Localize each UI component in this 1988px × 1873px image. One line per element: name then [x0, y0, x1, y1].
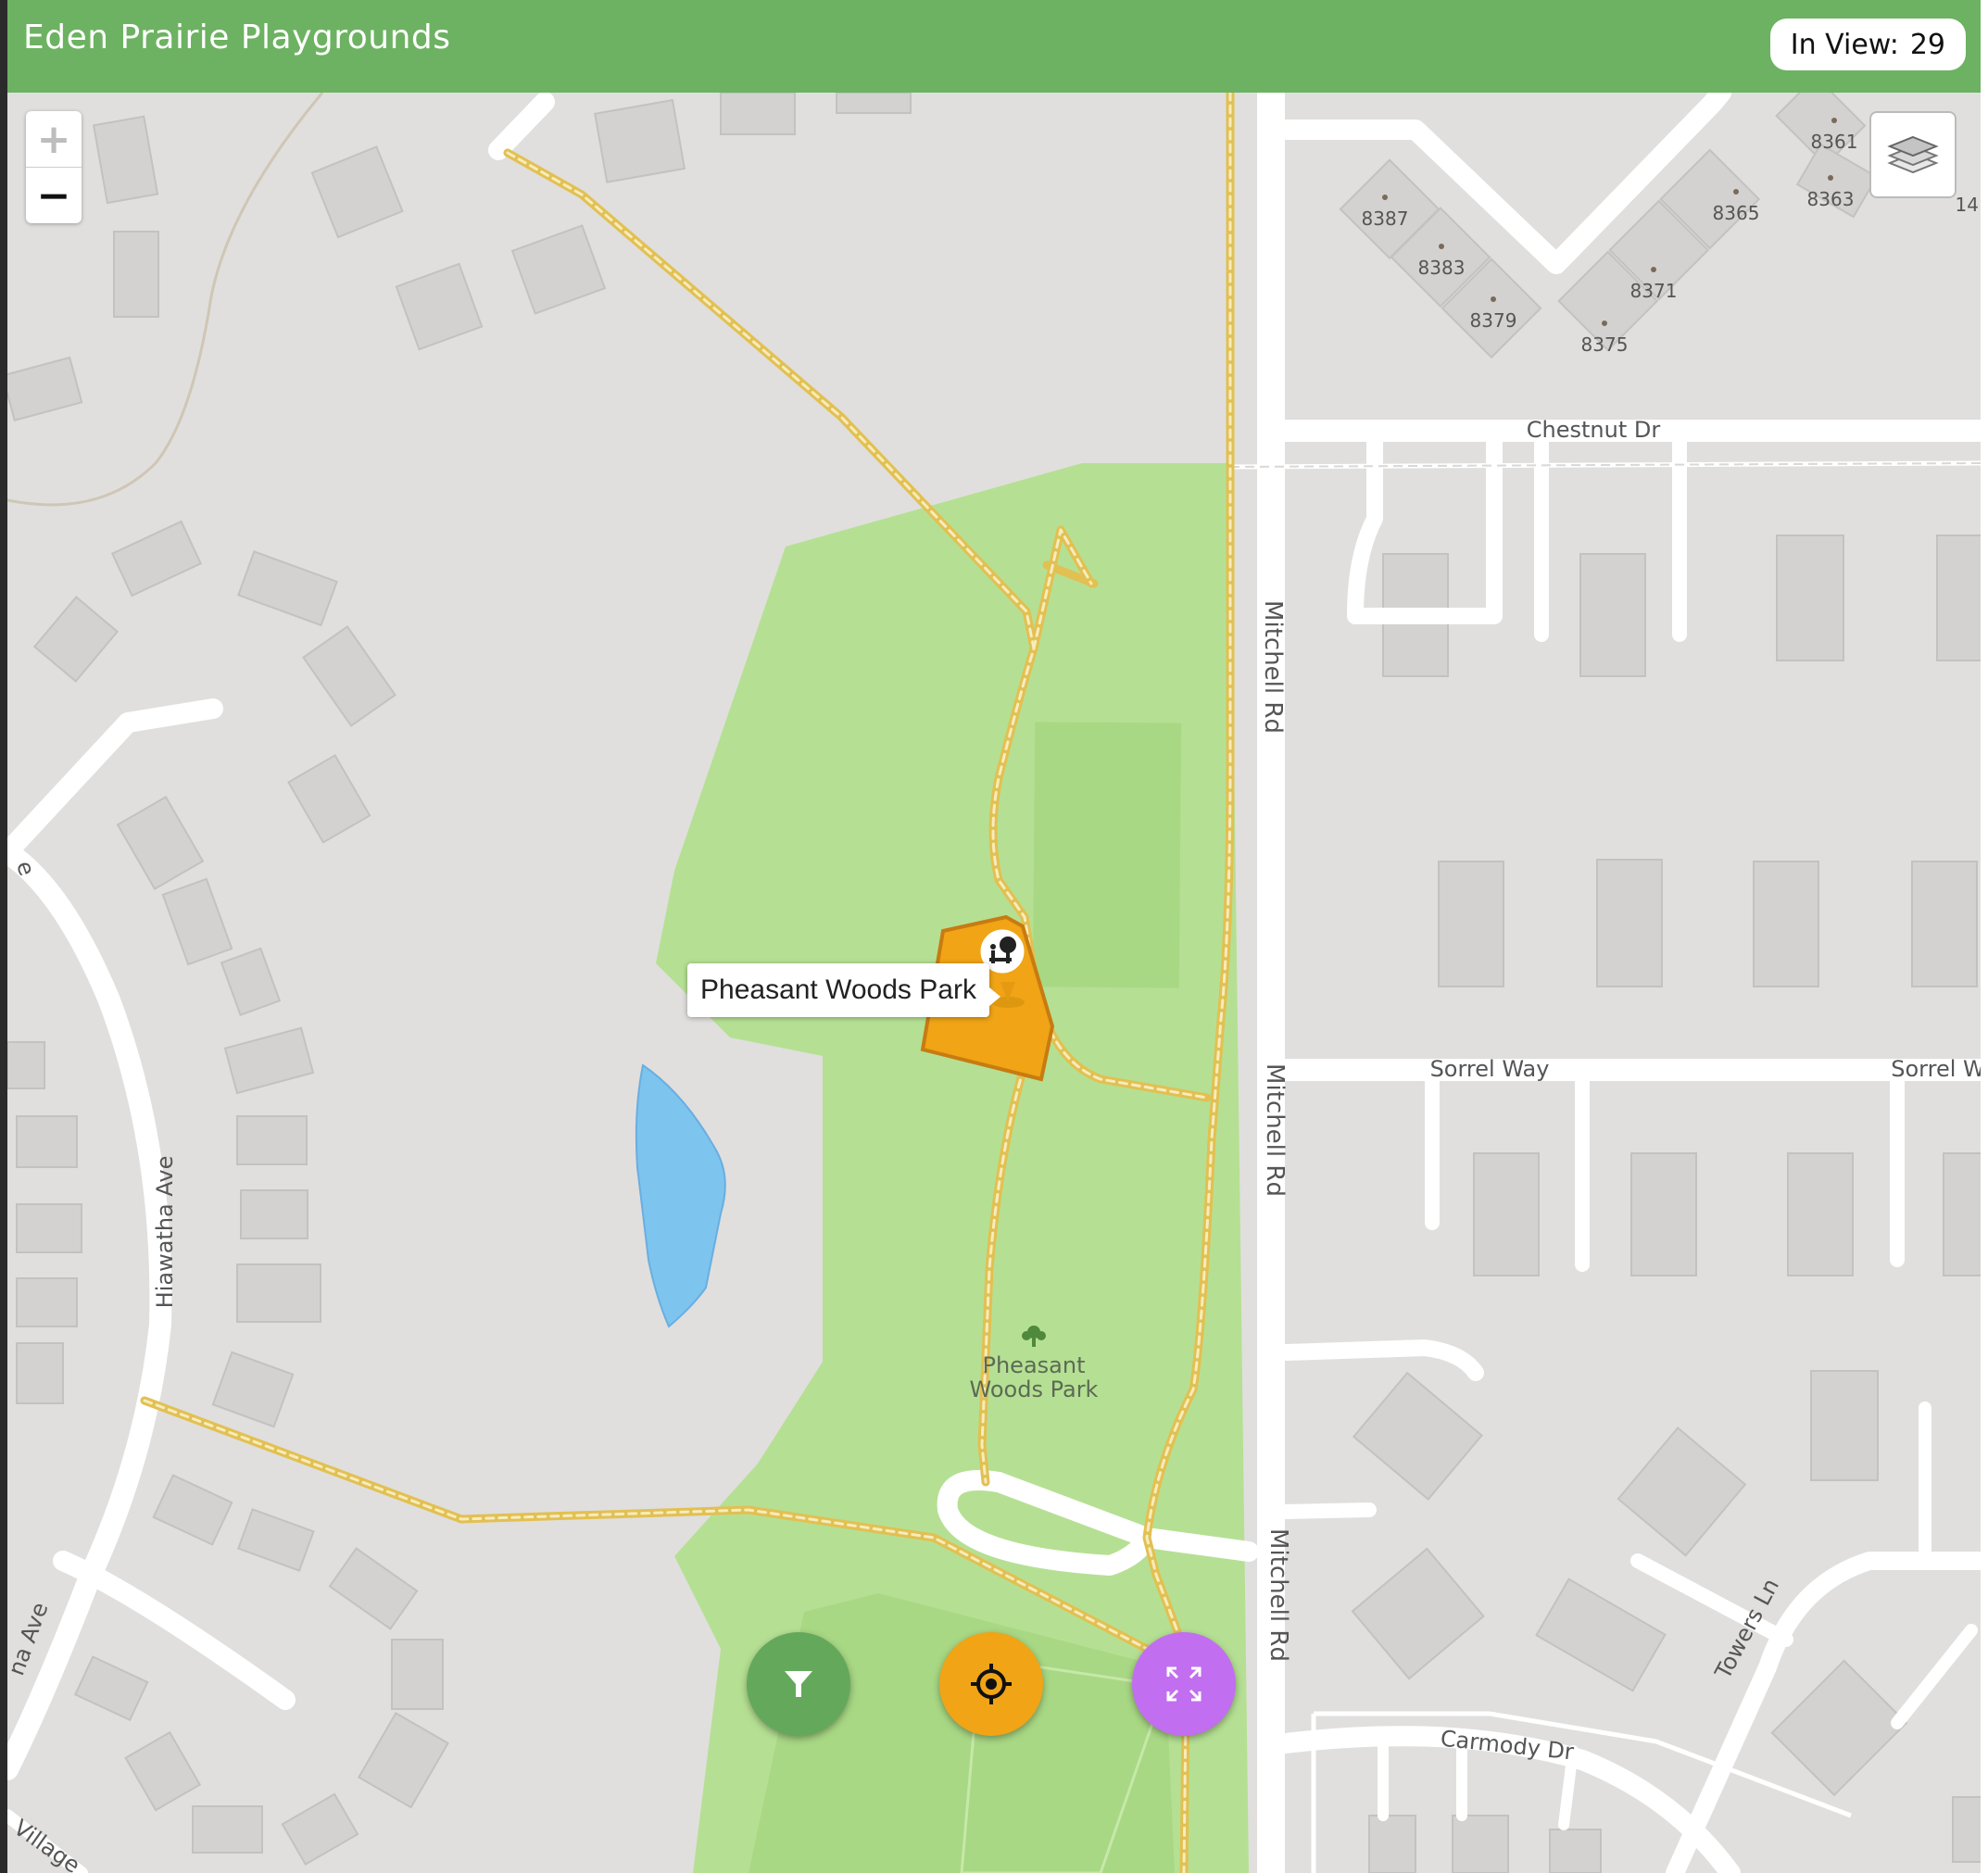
street-label-mitchell: Mitchell Rd: [1261, 1063, 1289, 1197]
address-label: 14: [1956, 194, 1979, 216]
fullscreen-button[interactable]: [1132, 1632, 1236, 1736]
in-view-badge: In View: 29: [1769, 19, 1966, 70]
zoom-out-button[interactable]: −: [26, 168, 82, 223]
address-label: 8371: [1630, 280, 1678, 302]
layers-button[interactable]: [1869, 111, 1957, 198]
park-tooltip: Pheasant Woods Park: [687, 963, 1000, 1017]
zoom-in-button[interactable]: +: [26, 111, 82, 168]
crosshair-icon: [971, 1664, 1012, 1704]
app-title: Eden Prairie Playgrounds: [23, 19, 451, 57]
app-header: Eden Prairie Playgrounds In View: 29: [7, 0, 1981, 93]
street-label-mitchell: Mitchell Rd: [1259, 600, 1287, 734]
park-label: Pheasant: [983, 1352, 1086, 1378]
street-label-sorrel-cut: Sorrel W: [1891, 1056, 1981, 1082]
address-label: 8361: [1811, 131, 1858, 153]
address-label: 8363: [1807, 188, 1855, 210]
street-label-chestnut: Chestnut Dr: [1527, 417, 1661, 443]
address-label: 8375: [1581, 333, 1629, 356]
map-canvas[interactable]: Pheasant Woods Park Chestnut Dr Sorrel W…: [7, 93, 1981, 1873]
sports-field: [1032, 722, 1182, 988]
address-label: 8379: [1470, 309, 1517, 332]
street-label-sorrel: Sorrel Way: [1430, 1056, 1550, 1082]
street-label-mitchell: Mitchell Rd: [1265, 1528, 1292, 1662]
locate-button[interactable]: [939, 1632, 1043, 1736]
filter-icon: [785, 1671, 812, 1697]
park-label: Woods Park: [970, 1376, 1099, 1402]
expand-icon: [1166, 1666, 1202, 1702]
map-app: Eden Prairie Playgrounds In View: 29 Phe…: [7, 0, 1981, 1873]
in-view-label: In View:: [1790, 28, 1899, 61]
window-edge: [0, 0, 7, 1873]
in-view-count: 29: [1909, 28, 1945, 61]
zoom-control: + −: [26, 111, 82, 223]
address-label: 8365: [1713, 202, 1760, 224]
street-label-hiawatha: Hiawatha Ave: [152, 1156, 178, 1309]
filter-button[interactable]: [747, 1632, 850, 1736]
layers-icon: [1887, 135, 1939, 174]
address-label: 8387: [1362, 207, 1409, 230]
address-label: 8383: [1418, 257, 1466, 279]
